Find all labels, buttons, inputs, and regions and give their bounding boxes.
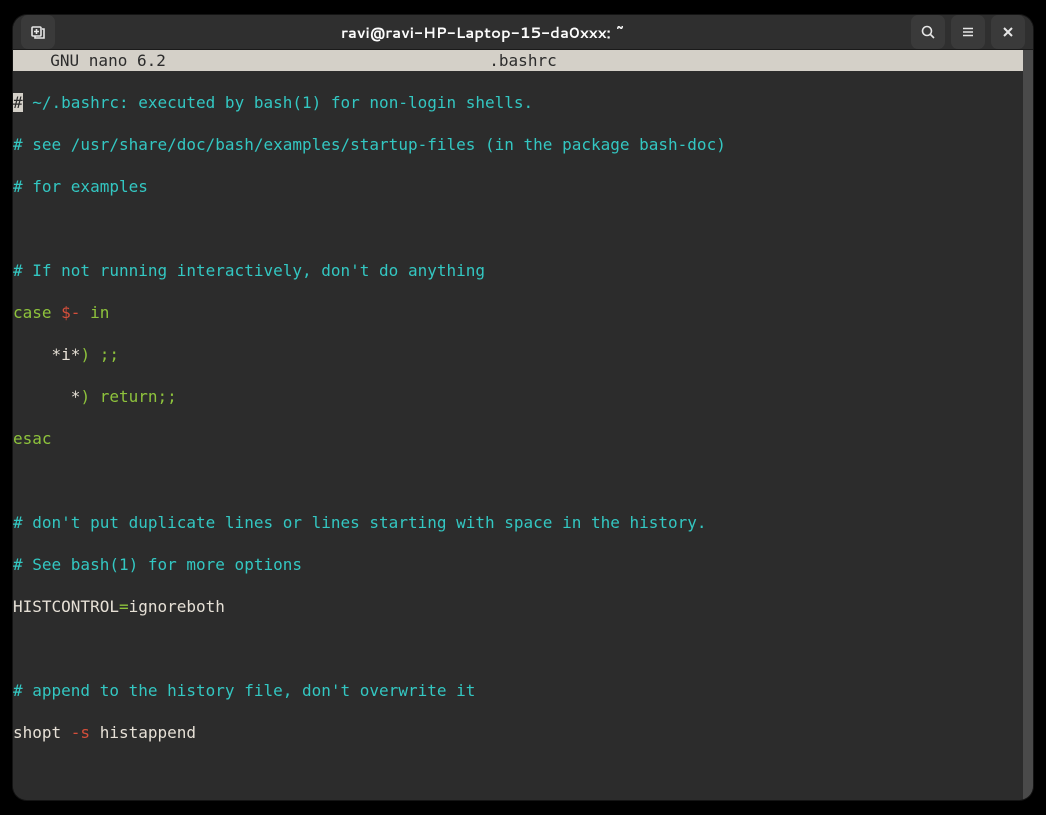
close-button[interactable] [991,15,1025,49]
terminal-area[interactable]: GNU nano 6.2 .bashrc # ~/.bashrc: execut… [13,50,1033,800]
nano-app-name: GNU nano 6.2 [13,50,166,71]
menu-button[interactable] [951,15,985,49]
terminal-window: ravi@ravi-HP-Laptop-15-da0xxx: ~ GNU nan… [13,15,1033,800]
scrollbar-thumb[interactable] [1023,50,1033,800]
new-tab-button[interactable] [21,15,55,49]
cursor: # [13,93,23,112]
window-title: ravi@ravi-HP-Laptop-15-da0xxx: ~ [55,22,911,43]
scrollbar[interactable] [1023,50,1033,800]
editor-content[interactable]: # ~/.bashrc: executed by bash(1) for non… [13,71,1023,800]
nano-header: GNU nano 6.2 .bashrc [13,50,1023,71]
search-button[interactable] [911,15,945,49]
nano-file-name: .bashrc [489,50,556,71]
titlebar: ravi@ravi-HP-Laptop-15-da0xxx: ~ [13,15,1033,50]
